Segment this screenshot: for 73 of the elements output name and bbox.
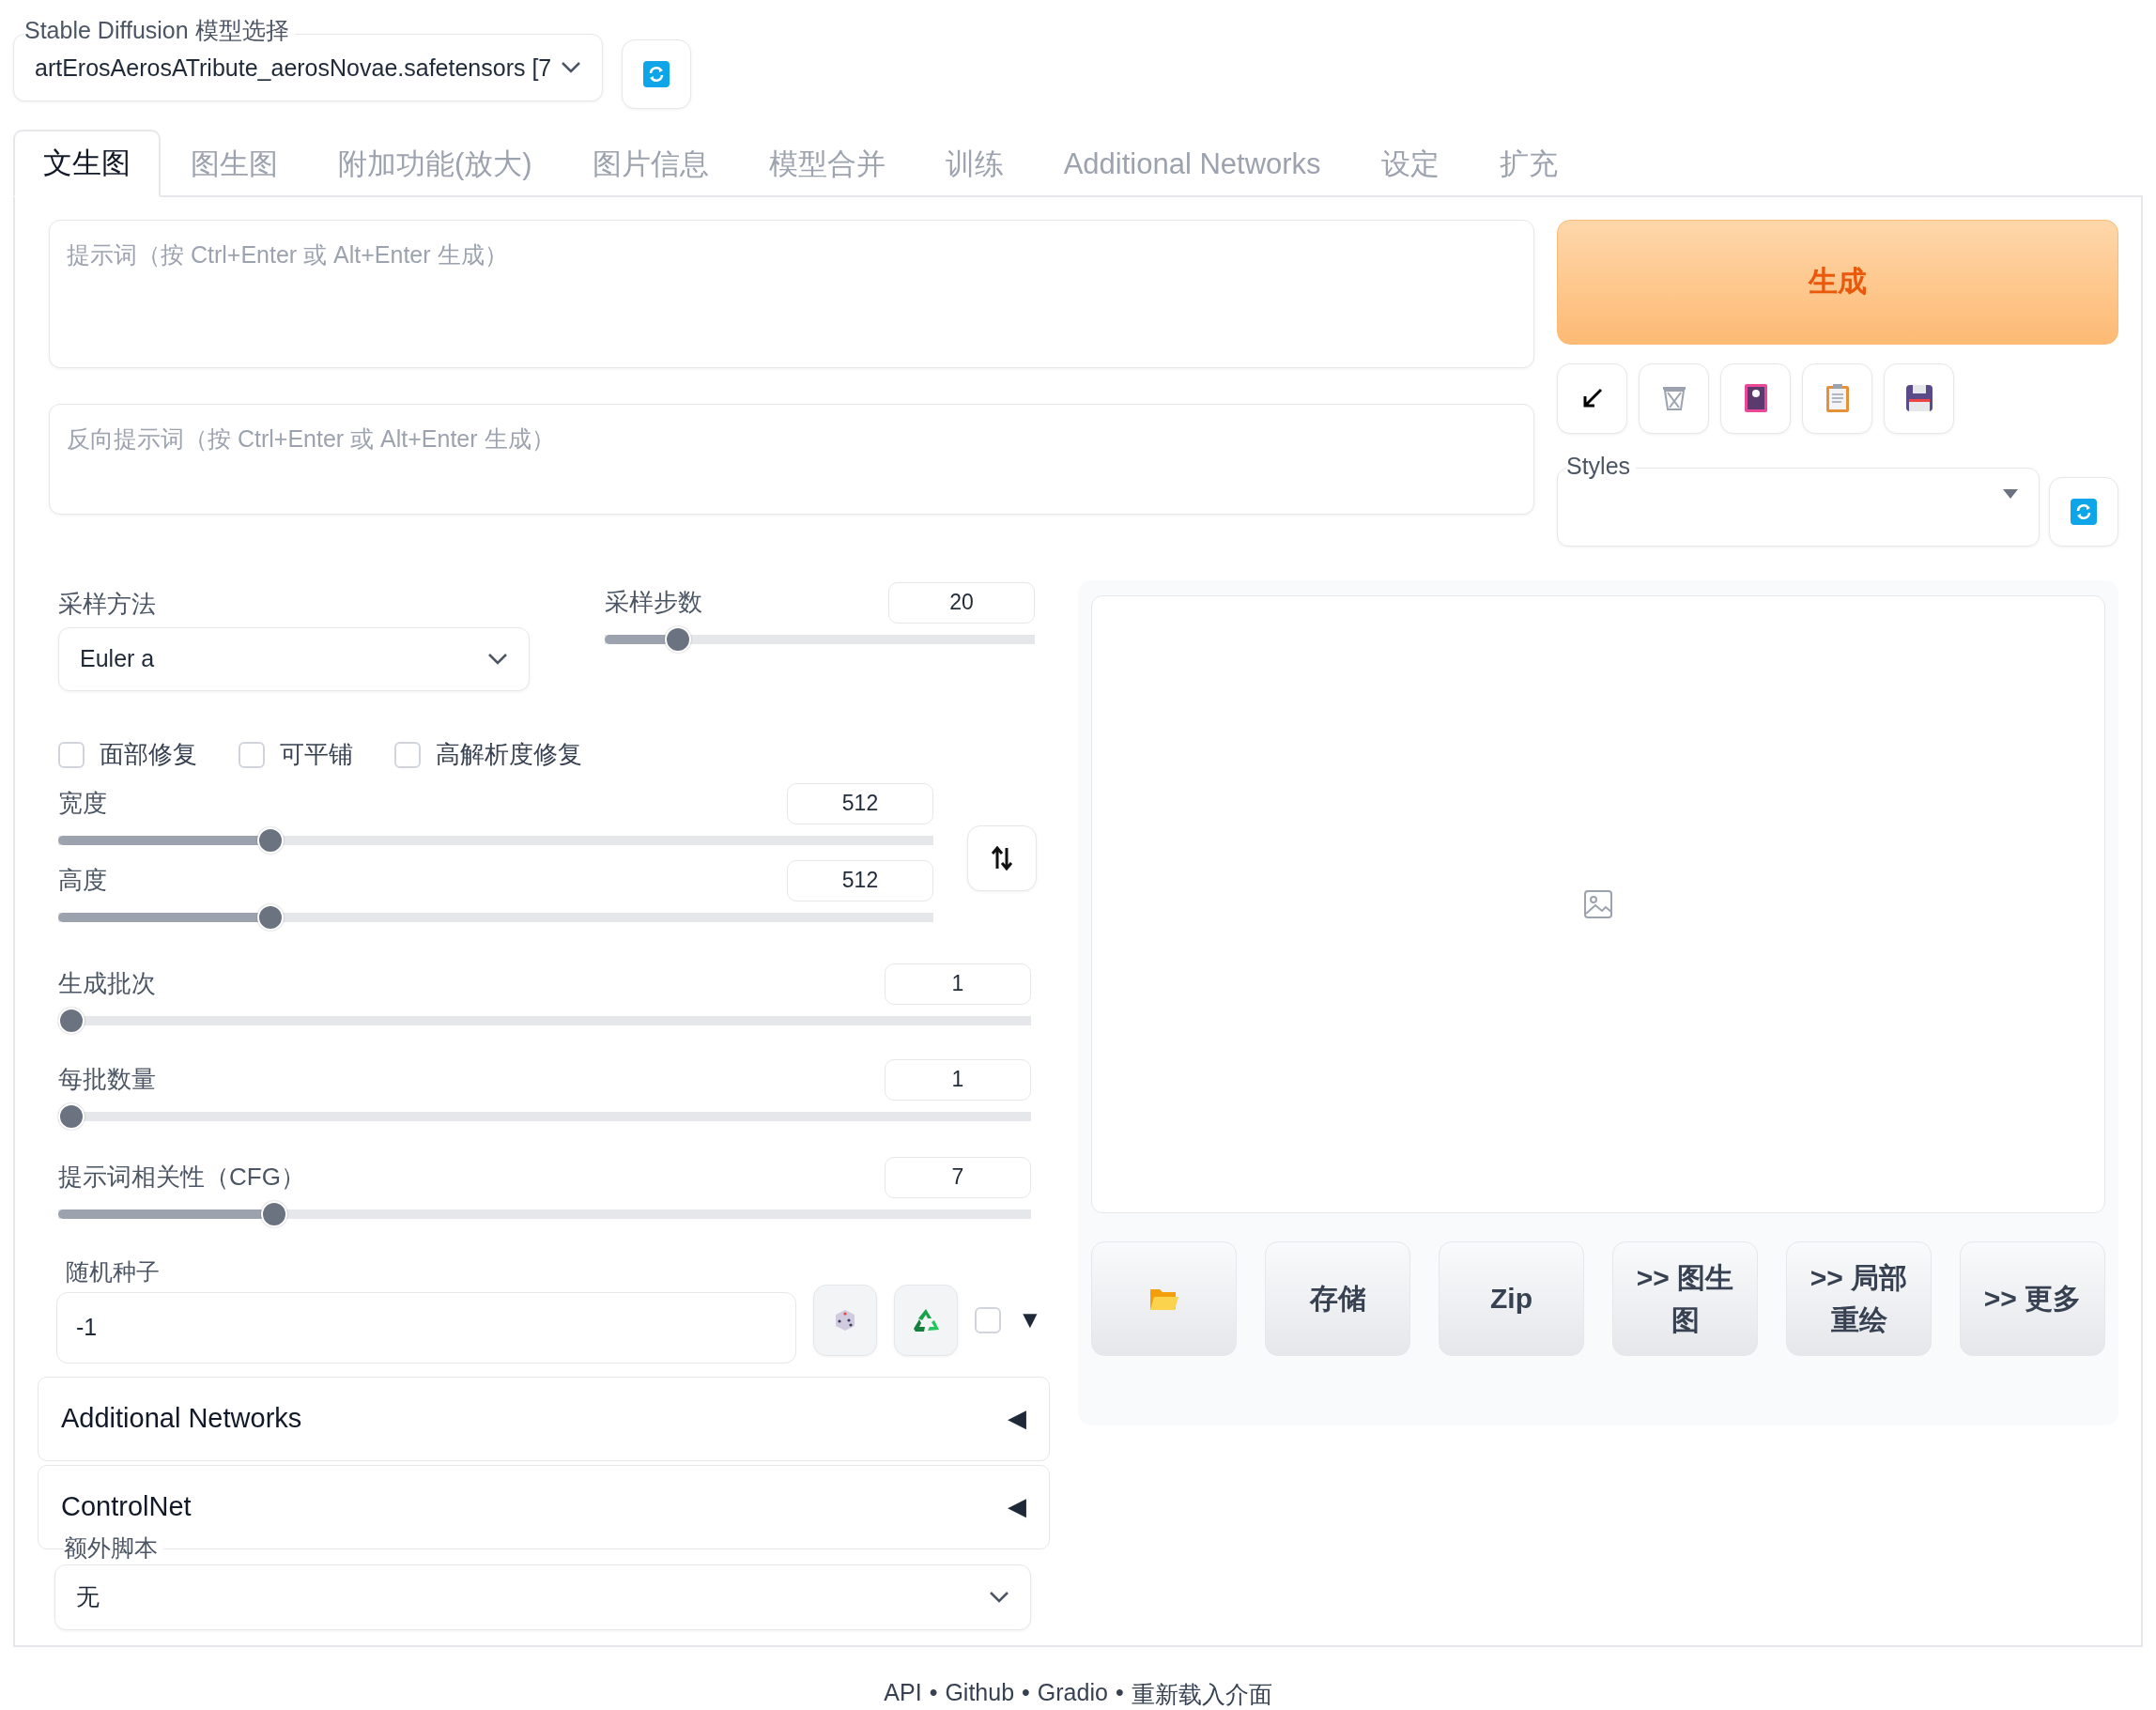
prompt-field[interactable]: 提示词（按 Ctrl+Enter 或 Alt+Enter 生成） (49, 219, 1534, 368)
tool-button[interactable] (1557, 362, 1627, 434)
tab[interactable]: 文生图 (13, 129, 161, 197)
checkbox[interactable] (58, 741, 85, 768)
collapse-toggle[interactable]: ◀ (1008, 1492, 1026, 1522)
refresh-icon (2071, 498, 2097, 525)
slider-label: 宽度 (58, 788, 107, 820)
output-action-button[interactable]: Zip (1439, 1240, 1584, 1356)
picture-card-icon (1743, 383, 1768, 414)
footer-link[interactable]: Github (945, 1679, 1015, 1710)
checkbox[interactable] (394, 741, 421, 768)
output-action-button[interactable]: >> 图生图 (1612, 1240, 1758, 1356)
checkbox-label: 高解析度修复 (436, 739, 582, 771)
dropdown-arrow-icon (2003, 488, 2018, 499)
negative-prompt-field[interactable]: 反向提示词（按 Ctrl+Enter 或 Alt+Enter 生成） (49, 403, 1534, 515)
slider-handle[interactable] (260, 1200, 287, 1227)
checkbox-option[interactable]: 可平铺 (239, 738, 353, 772)
footer-link[interactable]: API (884, 1679, 922, 1710)
chevron-down-icon (561, 61, 581, 74)
slider-handle[interactable] (664, 625, 691, 653)
slider-label: 提示词相关性（CFG） (58, 1162, 305, 1194)
number-input[interactable]: 7 (885, 1156, 1031, 1198)
slider-label: 每批数量 (58, 1064, 156, 1096)
refresh-button[interactable] (622, 39, 691, 109)
refresh-button[interactable] (2049, 476, 2118, 547)
output-action-button[interactable]: 存储 (1265, 1240, 1410, 1356)
expand-toggle[interactable]: ▼ (1018, 1305, 1042, 1335)
script-select[interactable]: 无 (54, 1564, 1031, 1630)
checkbox[interactable] (239, 741, 265, 768)
accordion-header[interactable]: Additional Networks ◀ (38, 1376, 1050, 1461)
refresh-icon (643, 61, 670, 87)
output-action-button[interactable]: >> 更多 (1960, 1240, 2105, 1356)
save-icon (1904, 384, 1933, 413)
checkbox-option[interactable]: 面部修复 (58, 738, 197, 772)
swap-icon (991, 845, 1013, 870)
sampler-select[interactable]: Euler a (58, 626, 530, 691)
slider-handle[interactable] (58, 1102, 85, 1130)
open-folder-button[interactable] (1091, 1240, 1237, 1356)
tool-button[interactable] (1884, 362, 1954, 434)
clipboard-icon (1825, 383, 1850, 414)
output-action-button[interactable]: >> 局部重绘 (1786, 1240, 1932, 1356)
accordion-title: ControlNet (61, 1491, 192, 1523)
slider-handle[interactable] (58, 1007, 85, 1034)
checkbox-option[interactable]: 高解析度修复 (394, 738, 582, 772)
slider-label: 采样步数 (605, 587, 702, 619)
tool-button[interactable] (1720, 362, 1791, 434)
random-seed-button[interactable] (813, 1284, 877, 1356)
checkbox-label: 可平铺 (280, 739, 353, 771)
number-input[interactable]: 20 (888, 581, 1035, 624)
reuse-seed-button[interactable] (894, 1284, 958, 1356)
sampler-label: 采样方法 (58, 588, 157, 620)
number-input[interactable]: 512 (787, 859, 933, 901)
separator: • (929, 1679, 938, 1707)
seed-field[interactable]: -1 (56, 1291, 796, 1363)
checkbox[interactable] (975, 1306, 1001, 1333)
accordion-title: Additional Networks (61, 1403, 302, 1435)
number-input[interactable]: 1 (885, 1058, 1031, 1101)
checkbox-label: 面部修复 (100, 739, 197, 771)
slider-handle[interactable] (256, 826, 284, 854)
number-input[interactable]: 1 (885, 963, 1031, 1005)
separator: • (1115, 1679, 1124, 1707)
image-placeholder-icon (1583, 888, 1613, 919)
slider-label: 高度 (58, 865, 107, 897)
number-input[interactable]: 512 (787, 782, 933, 824)
separator: • (1022, 1679, 1030, 1707)
chevron-down-icon (989, 1590, 1009, 1604)
slider-label: 生成批次 (58, 968, 156, 1000)
chevron-down-icon (487, 652, 508, 666)
swap-button[interactable] (967, 824, 1037, 891)
collapse-toggle[interactable]: ◀ (1008, 1404, 1026, 1434)
slider-handle[interactable] (256, 903, 284, 931)
footer-link[interactable]: Gradio (1037, 1679, 1108, 1710)
footer-link[interactable]: 重新载入介面 (1131, 1679, 1272, 1710)
